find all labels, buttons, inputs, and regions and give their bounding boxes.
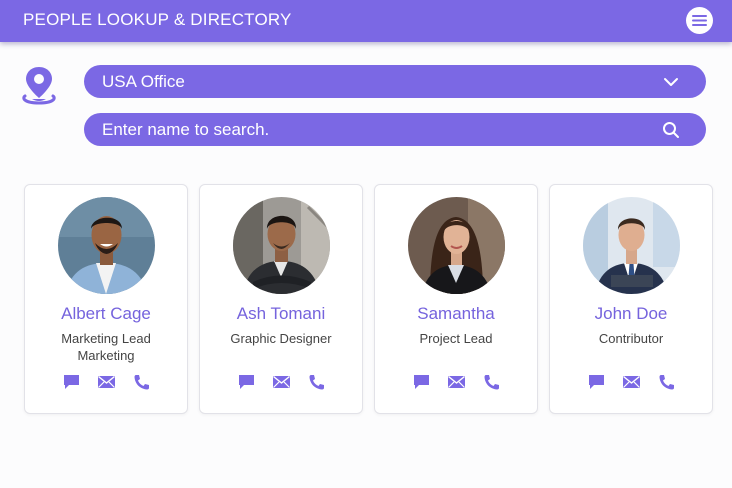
map-pin-icon [22,65,58,105]
chevron-down-icon [664,78,678,86]
app-title: PEOPLE LOOKUP & DIRECTORY [23,10,292,29]
email-icon[interactable] [97,373,116,391]
person-card[interactable]: Ash Tomani Graphic Designer [199,184,363,414]
person-title: Marketing Lead [61,331,151,346]
search-bar [84,113,706,146]
chat-icon[interactable] [412,373,431,391]
phone-icon[interactable] [132,373,151,391]
contact-actions [25,373,187,391]
top-bar: PEOPLE LOOKUP & DIRECTORY [0,0,732,42]
chat-icon[interactable] [587,373,606,391]
avatar [233,197,330,294]
office-select[interactable]: USA Office [84,65,706,98]
menu-button[interactable] [686,7,713,34]
email-icon[interactable] [447,373,466,391]
person-title: Graphic Designer [230,331,332,346]
chat-icon[interactable] [62,373,81,391]
office-select-value: USA Office [102,71,185,91]
person-card[interactable]: Samantha Project Lead [374,184,538,414]
contact-actions [375,373,537,391]
person-title: Contributor [598,331,664,346]
person-name[interactable]: Ash Tomani [200,304,362,324]
email-icon[interactable] [272,373,291,391]
person-role: Graphic Designer [200,330,362,347]
email-icon[interactable] [622,373,641,391]
person-name[interactable]: John Doe [550,304,712,324]
avatar [583,197,680,294]
avatar [58,197,155,294]
person-title: Project Lead [419,331,493,346]
phone-icon[interactable] [657,373,676,391]
phone-icon[interactable] [307,373,326,391]
avatar [408,197,505,294]
search-icon[interactable] [662,121,680,139]
person-role: Project Lead [375,330,537,347]
search-input[interactable] [102,119,622,140]
person-role: Contributor [550,330,712,347]
person-card[interactable]: John Doe Contributor [549,184,713,414]
hamburger-menu-icon [692,15,707,26]
person-card[interactable]: Albert Cage Marketing Lead Marketing [24,184,188,414]
person-name[interactable]: Albert Cage [25,304,187,324]
chat-icon[interactable] [237,373,256,391]
phone-icon[interactable] [482,373,501,391]
contact-actions [550,373,712,391]
person-role: Marketing Lead Marketing [25,330,187,364]
person-department: Marketing [77,348,135,363]
person-name[interactable]: Samantha [375,304,537,324]
contact-actions [200,373,362,391]
